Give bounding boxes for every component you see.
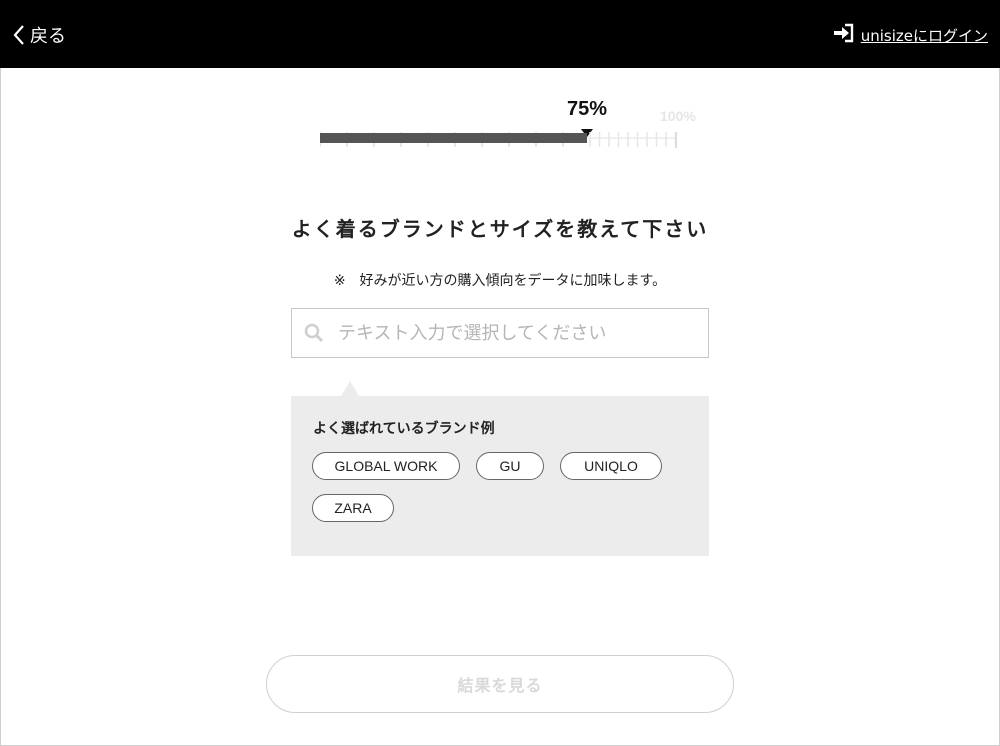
brand-chip[interactable]: UNIQLO	[560, 452, 662, 480]
progress-percent-label: 75%	[566, 98, 608, 120]
brand-search-box[interactable]	[291, 308, 709, 358]
login-label: unisizeにログイン	[860, 26, 988, 45]
page-title: よく着るブランドとサイズを教えて下さい	[291, 217, 709, 242]
page-note: ※ 好みが近い方の購入傾向をデータに加味します。	[333, 273, 667, 289]
chevron-left-icon	[12, 23, 26, 47]
progress-end-label: 100%	[660, 108, 696, 124]
back-label: 戻る	[30, 26, 66, 47]
sign-in-icon	[833, 23, 855, 47]
progress-fill	[320, 133, 587, 143]
view-results-button[interactable]: 結果を見る	[266, 655, 734, 713]
login-link[interactable]: unisizeにログイン	[833, 22, 988, 48]
suggestion-title: よく選ばれているブランド例	[313, 421, 495, 437]
brand-chip[interactable]: GU	[476, 452, 544, 480]
brand-chip[interactable]: ZARA	[312, 494, 394, 522]
back-button[interactable]: 戻る	[12, 20, 66, 50]
brand-chip[interactable]: GLOBAL WORK	[312, 452, 460, 480]
brand-search-input[interactable]	[336, 312, 708, 354]
top-bar: 戻る unisizeにログイン	[0, 0, 1000, 68]
search-icon	[304, 323, 324, 343]
brand-suggestion-panel: よく選ばれているブランド例 GLOBAL WORK GU UNIQLO ZARA	[291, 396, 709, 556]
progress-indicator: 75% 100%	[318, 96, 698, 156]
